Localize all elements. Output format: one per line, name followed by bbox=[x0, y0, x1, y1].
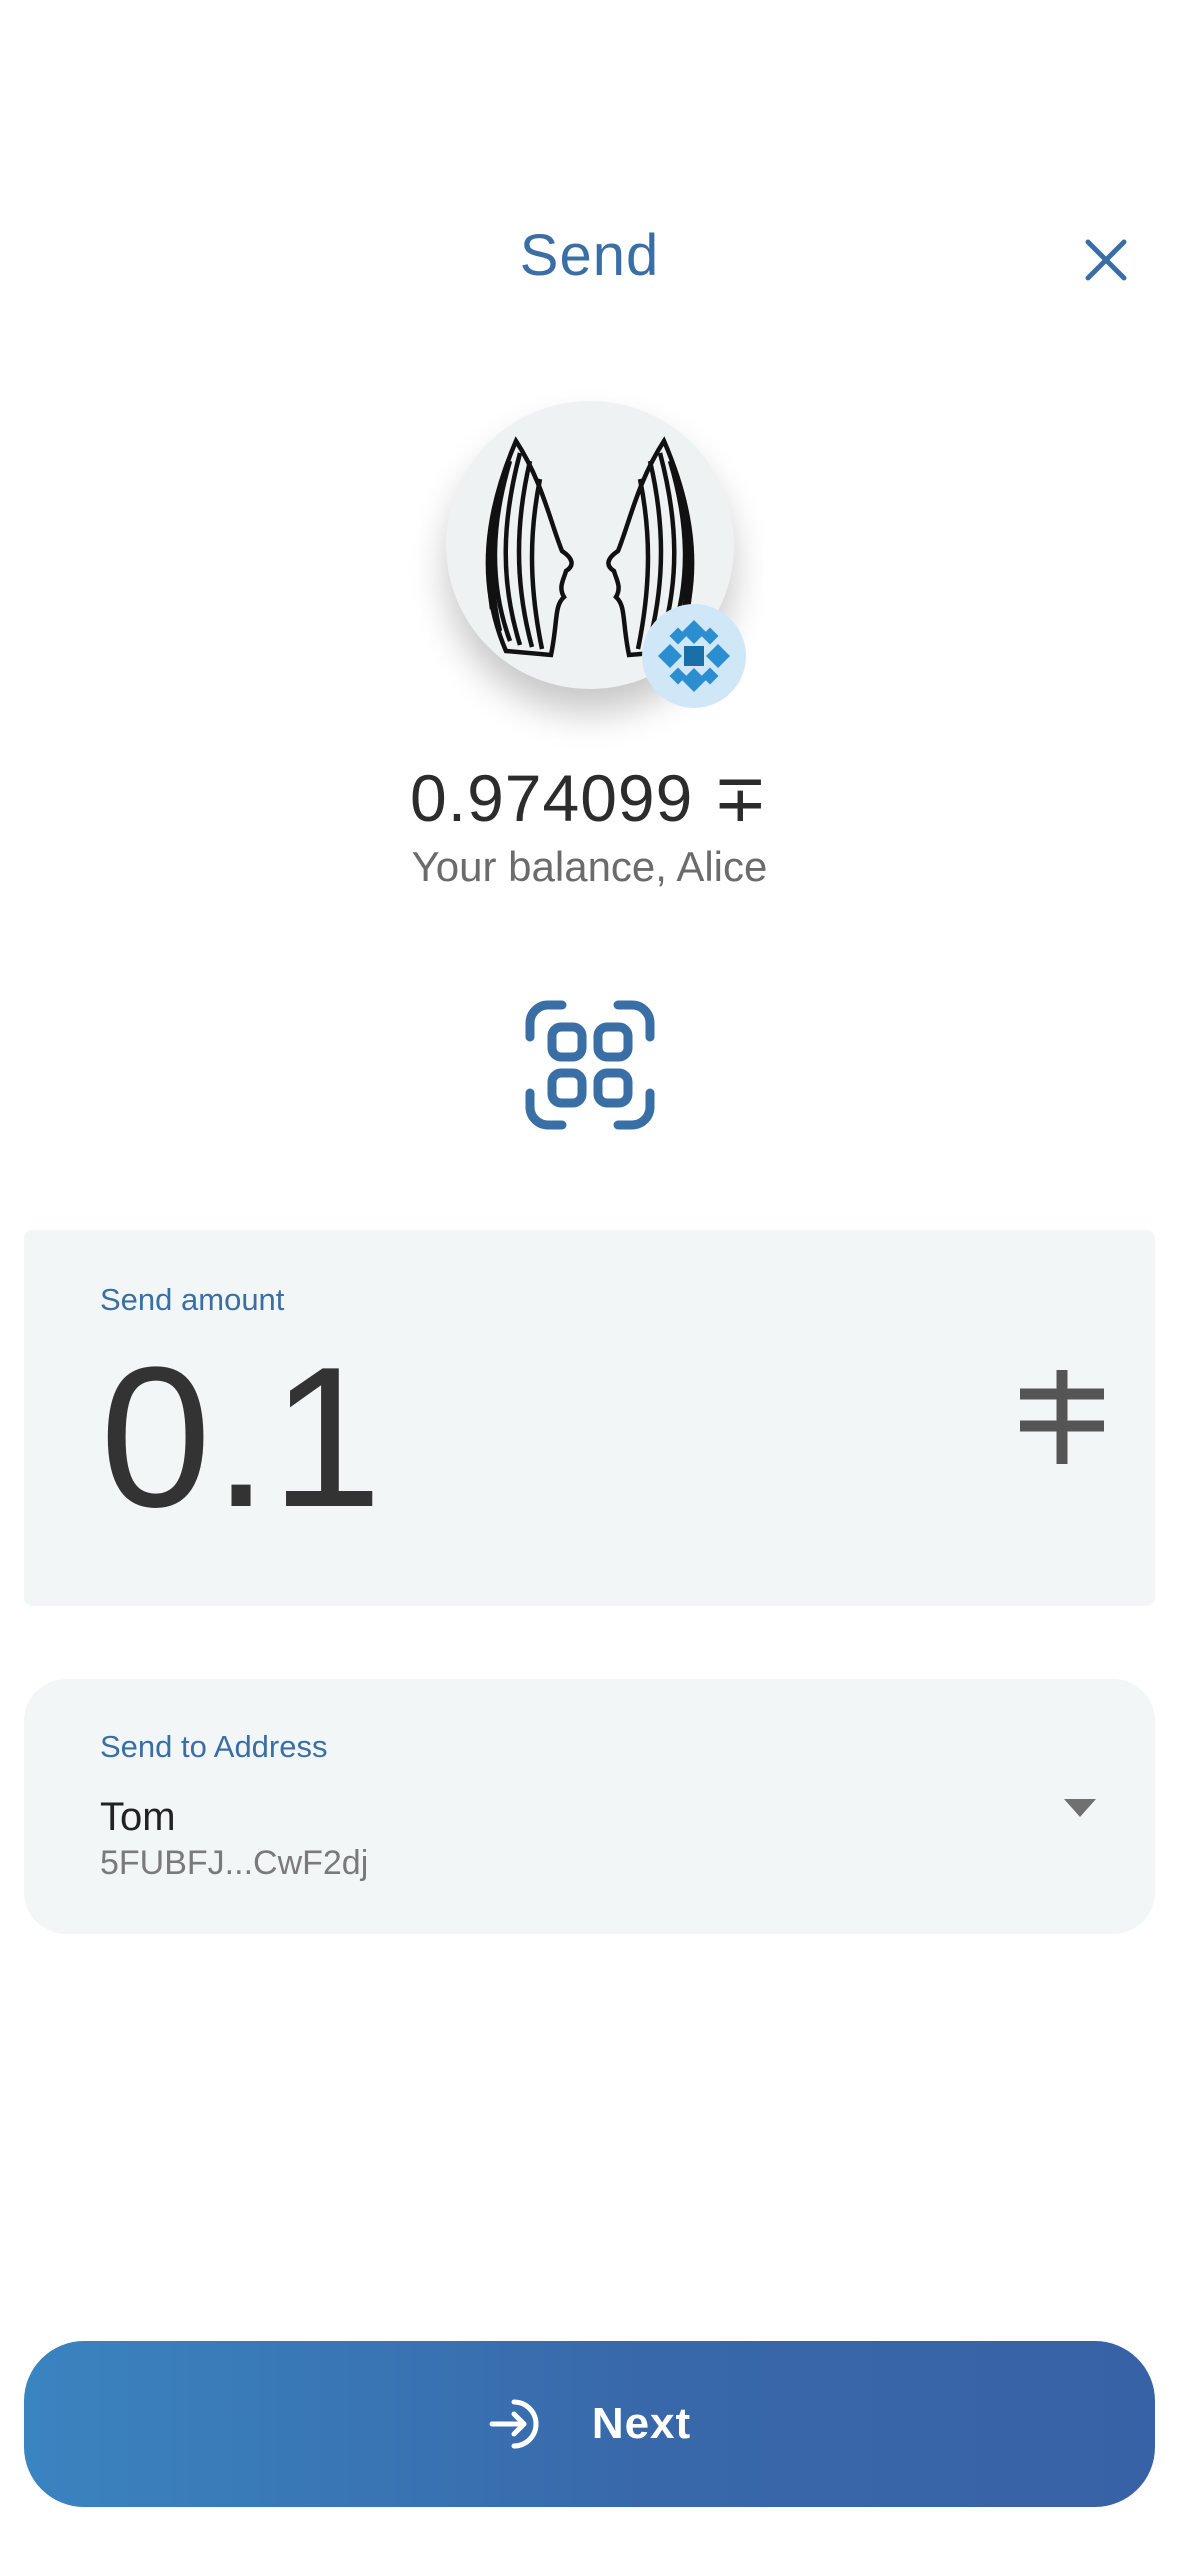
balance-value: 0.974099 ∓ bbox=[410, 761, 769, 835]
send-to-address-label: Send to Address bbox=[100, 1729, 328, 1764]
close-button[interactable] bbox=[1068, 222, 1144, 298]
send-screen: Send 0.974099 ∓ Your balance, Alice Send… bbox=[0, 0, 1179, 2556]
currency-symbol bbox=[1014, 1370, 1110, 1471]
account-avatar-group bbox=[446, 401, 746, 708]
scan-qr-icon bbox=[525, 1000, 655, 1130]
amount-input[interactable]: 0.1 bbox=[100, 1338, 384, 1538]
balance-caption: Your balance, Alice bbox=[411, 843, 768, 890]
arrow-enter-icon bbox=[489, 2399, 539, 2449]
currency-symbol-icon bbox=[1020, 1370, 1104, 1464]
send-amount-label: Send amount bbox=[100, 1282, 285, 1317]
chevron-down-icon[interactable] bbox=[1064, 1799, 1096, 1817]
recipient-address: 5FUBFJ...CwF2dj bbox=[100, 1844, 369, 1882]
close-icon bbox=[1085, 239, 1127, 281]
send-to-address-selector[interactable]: Send to Address Tom 5FUBFJ...CwF2dj bbox=[24, 1679, 1155, 1934]
network-badge bbox=[642, 604, 746, 708]
recipient-name: Tom bbox=[100, 1795, 176, 1839]
send-amount-card[interactable]: Send amount 0.1 bbox=[24, 1230, 1155, 1606]
scan-qr-button[interactable] bbox=[520, 995, 660, 1135]
page-title: Send bbox=[519, 223, 660, 288]
next-button-label: Next bbox=[591, 2399, 692, 2448]
next-button[interactable]: Next bbox=[24, 2341, 1155, 2507]
network-badge-icon bbox=[658, 620, 730, 692]
